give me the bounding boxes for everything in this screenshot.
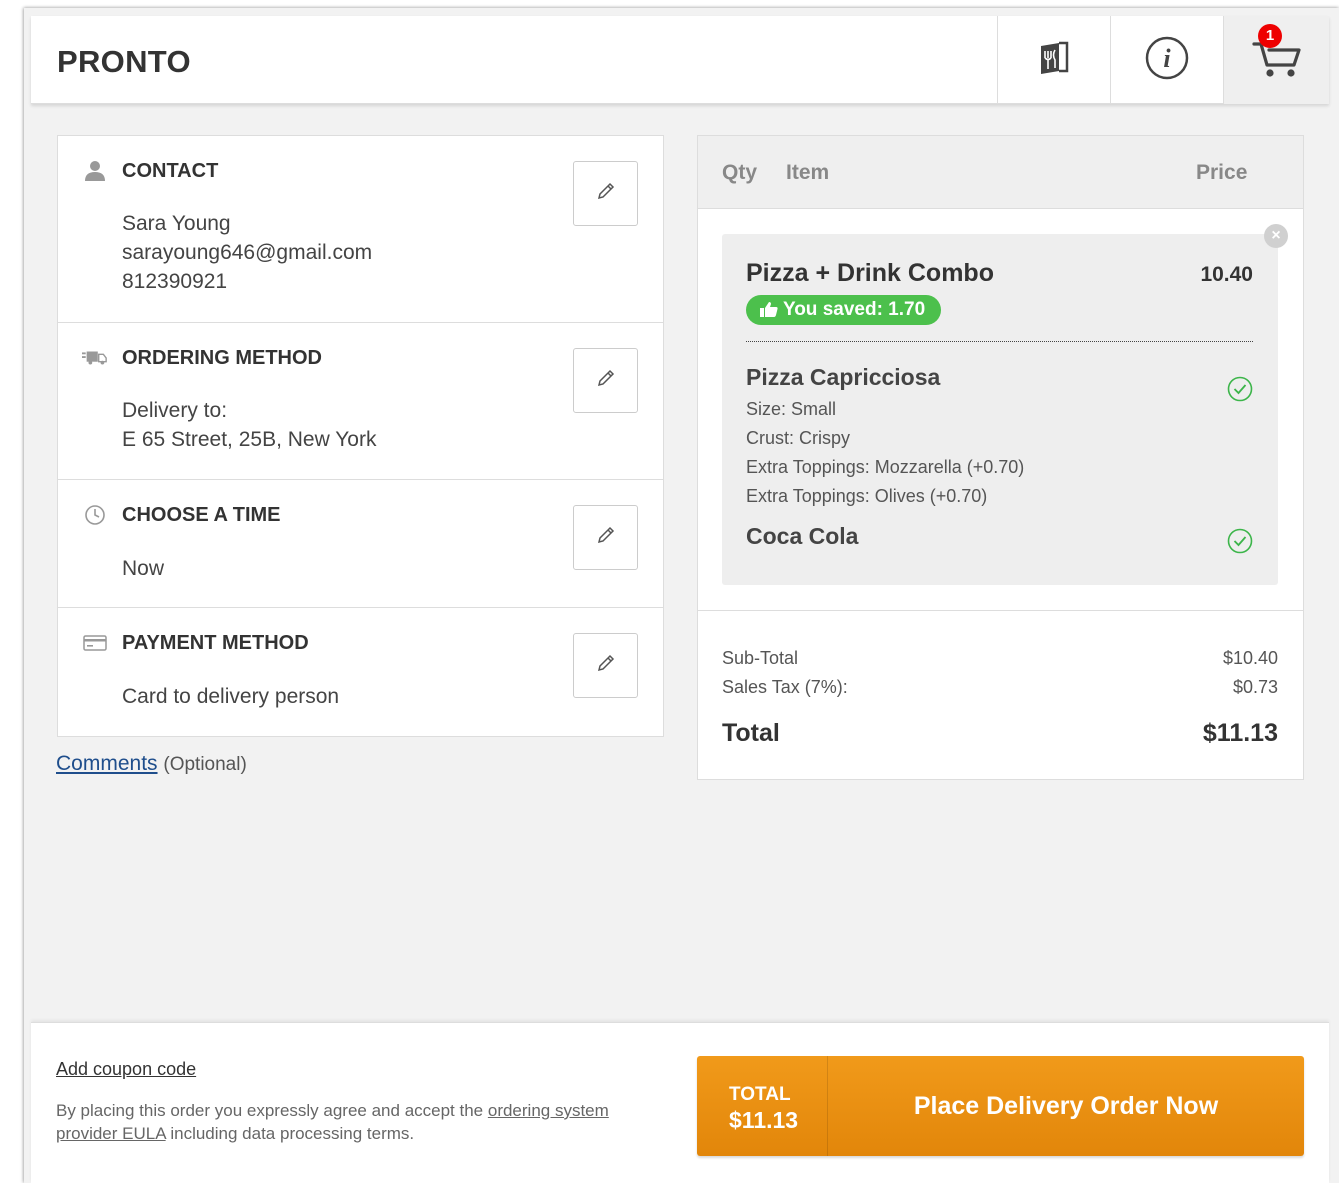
pencil-icon (596, 525, 616, 550)
user-icon (82, 160, 108, 182)
menu-button[interactable] (997, 16, 1110, 104)
edit-contact-button[interactable] (573, 161, 638, 226)
ordering-method-details: Delivery to: E 65 Street, 25B, New York (122, 396, 376, 454)
check-circle-icon (1226, 375, 1254, 403)
info-icon: i (1144, 35, 1190, 86)
edit-ordering-method-button[interactable] (573, 348, 638, 413)
sub-item-name: Pizza Capricciosa (746, 364, 941, 390)
place-order-label: Place Delivery Order Now (913, 1092, 1219, 1120)
payment-method-title: PAYMENT METHOD (122, 632, 309, 654)
option-line: Crust: Crispy (746, 428, 851, 448)
ordering-method-section: ORDERING METHOD Delivery to: E 65 Street… (58, 323, 663, 480)
order-button-total: TOTAL $11.13 (697, 1056, 828, 1156)
order-summary-panel: Qty Item Price × Pizza + Drink Combo 10.… (697, 135, 1304, 780)
qty-column-header: Qty (722, 161, 758, 184)
cart-table-header: Qty Item Price (698, 136, 1303, 209)
remove-item-button[interactable]: × (1264, 224, 1288, 248)
cart-count-badge: 1 (1258, 24, 1282, 48)
check-circle-icon (1226, 527, 1254, 555)
edit-payment-method-button[interactable] (573, 633, 638, 698)
order-total-label: TOTAL (729, 1084, 791, 1105)
total-label: Total (722, 719, 780, 747)
contact-phone: 812390921 (122, 270, 228, 293)
chosen-time: Now (122, 557, 165, 580)
ordering-method-title: ORDERING METHOD (122, 347, 322, 369)
svg-text:i: i (1163, 44, 1171, 73)
delivery-address: E 65 Street, 25B, New York (122, 428, 377, 451)
summary-divider (698, 610, 1303, 611)
choose-time-section: CHOOSE A TIME Now (58, 480, 663, 608)
pencil-icon (596, 368, 616, 393)
comments-link[interactable]: Comments (56, 752, 158, 775)
savings-text: You saved: 1.70 (782, 299, 926, 320)
tax-label: Sales Tax (7%): (722, 677, 848, 697)
pencil-icon (596, 181, 616, 206)
subtotal-value: $10.40 (1222, 648, 1278, 668)
contact-details: Sara Young sarayoung646@gmail.com 812390… (122, 209, 372, 296)
option-line: Size: Small (746, 399, 837, 419)
checkout-footer: Add coupon code By placing this order yo… (31, 1022, 1329, 1183)
credit-card-icon (82, 632, 108, 654)
info-button[interactable]: i (1110, 16, 1223, 104)
eula-text-post: including data processing terms. (165, 1124, 415, 1143)
contact-name: Sara Young (122, 212, 231, 235)
total-value: $11.13 (1202, 719, 1278, 747)
thumbs-up-icon (760, 299, 783, 320)
brand-title: PRONTO (57, 44, 191, 79)
option-line: Extra Toppings: Mozzarella (+0.70) (746, 457, 1025, 477)
price-column-header: Price (1196, 161, 1248, 184)
place-order-button[interactable]: TOTAL $11.13 Place Delivery Order Now (697, 1056, 1304, 1156)
payment-method-value: Card to delivery person (122, 685, 340, 708)
eula-notice: By placing this order you expressly agre… (56, 1099, 656, 1145)
option-line: Extra Toppings: Olives (+0.70) (746, 486, 988, 506)
contact-email: sarayoung646@gmail.com (122, 241, 373, 264)
app-header: PRONTO i 1 (31, 16, 1329, 104)
contact-section: CONTACT Sara Young sarayoung646@gmail.co… (58, 136, 663, 323)
delivery-truck-icon (82, 347, 108, 369)
close-icon: × (1271, 227, 1281, 244)
order-total-value: $11.13 (729, 1107, 799, 1133)
add-coupon-link[interactable]: Add coupon code (56, 1059, 196, 1080)
cart-item: × Pizza + Drink Combo 10.40 You saved: 1… (722, 224, 1288, 585)
comments-row: Comments (Optional) (56, 752, 247, 776)
sub-item-name: Coca Cola (746, 523, 859, 549)
pencil-icon (596, 653, 616, 678)
restaurant-menu-icon (1037, 41, 1071, 80)
eula-text-pre: By placing this order you expressly agre… (56, 1101, 488, 1120)
contact-title: CONTACT (122, 160, 219, 182)
cart-button[interactable]: 1 (1223, 16, 1329, 104)
checkout-frame: PRONTO i 1 CONTACT Sara Young sarayoung6… (24, 8, 1339, 1183)
tax-value: $0.73 (1232, 677, 1278, 697)
savings-badge: You saved: 1.70 (746, 295, 942, 325)
cart-item-name: Pizza + Drink Combo (746, 259, 994, 287)
item-column-header: Item (786, 161, 830, 184)
comments-optional-label: (Optional) (163, 754, 247, 775)
choose-time-title: CHOOSE A TIME (122, 504, 281, 526)
delivery-label: Delivery to: (122, 399, 228, 422)
cart-item-price: 10.40 (1200, 263, 1253, 286)
edit-time-button[interactable] (573, 505, 638, 570)
checkout-details-panel: CONTACT Sara Young sarayoung646@gmail.co… (57, 135, 664, 737)
subtotal-label: Sub-Total (722, 648, 799, 668)
clock-icon (82, 504, 108, 526)
payment-method-section: PAYMENT METHOD Card to delivery person (58, 608, 663, 736)
item-divider (746, 341, 1253, 342)
